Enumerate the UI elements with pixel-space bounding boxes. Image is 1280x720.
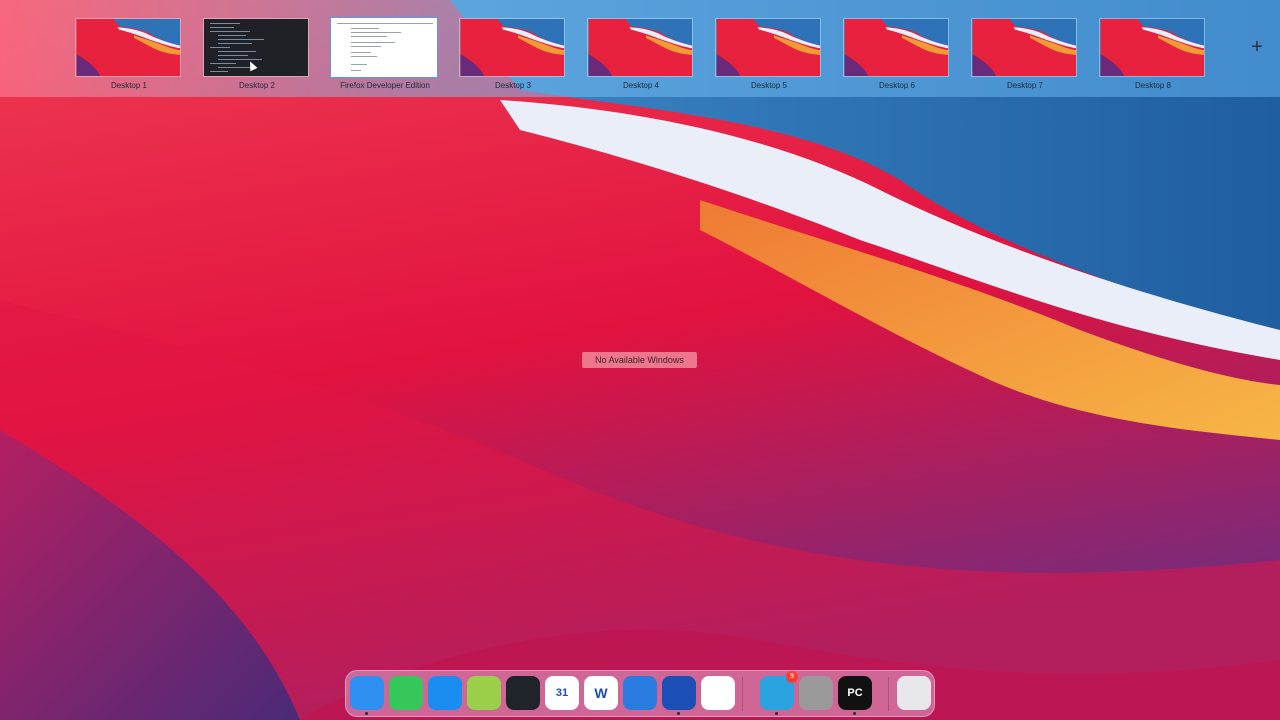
messages-icon[interactable] <box>389 676 423 710</box>
space-label: Desktop 7 <box>1006 81 1044 90</box>
space-label: Desktop 3 <box>494 81 532 90</box>
pycharm-icon[interactable]: PC <box>838 676 872 715</box>
code-line <box>210 27 234 28</box>
space-4[interactable]: Desktop 3 <box>459 18 567 90</box>
code-line <box>218 59 262 60</box>
code-line <box>210 31 250 32</box>
running-indicator <box>677 712 680 715</box>
space-thumbnail[interactable] <box>587 18 693 77</box>
space-label: Desktop 1 <box>110 81 148 90</box>
pycharm-glyph: PC <box>847 687 863 699</box>
code-line <box>218 51 256 52</box>
calendar-glyph: 31 <box>555 687 569 699</box>
code-line <box>210 23 240 24</box>
running-indicator <box>853 712 856 715</box>
space-label: Desktop 4 <box>622 81 660 90</box>
page-content-line <box>351 64 367 65</box>
space-label: Desktop 5 <box>750 81 788 90</box>
space-thumbnail[interactable] <box>75 18 181 77</box>
space-thumbnail[interactable] <box>1099 18 1205 77</box>
space-thumbnail[interactable] <box>715 18 821 77</box>
page-content-line <box>351 28 379 29</box>
dock: 31 W 9 PC <box>345 670 935 717</box>
chrome-glyph <box>701 676 735 710</box>
page-content-line <box>337 23 433 24</box>
code-line <box>218 43 252 44</box>
space-label: Desktop 8 <box>1134 81 1172 90</box>
react-devtools-glyph <box>506 676 540 710</box>
page-content-line <box>351 46 381 47</box>
remote-desktop-glyph <box>623 676 657 710</box>
code-line <box>210 63 236 64</box>
space-7[interactable]: Desktop 6 <box>843 18 951 90</box>
code-line <box>210 47 230 48</box>
trash-icon[interactable] <box>897 676 931 710</box>
space-2[interactable]: Desktop 2 <box>203 18 311 90</box>
dock-separator <box>888 677 889 711</box>
code-window-preview <box>204 19 308 76</box>
space-thumbnail[interactable] <box>843 18 949 77</box>
mouse-pointer-icon <box>246 59 258 72</box>
android-studio-icon[interactable] <box>467 676 501 710</box>
page-content-line <box>351 32 401 33</box>
firefox-developer-glyph <box>662 676 696 710</box>
page-content-line <box>351 42 395 43</box>
word-glyph: W <box>594 685 608 701</box>
database-glyph <box>799 676 833 710</box>
dock-separator <box>742 677 743 711</box>
running-indicator <box>365 712 368 715</box>
space-6[interactable]: Desktop 5 <box>715 18 823 90</box>
page-content-line <box>351 56 377 57</box>
finder-glyph <box>350 676 384 710</box>
finder-icon[interactable] <box>350 676 384 715</box>
page-content-line <box>351 52 371 53</box>
page-content-line <box>351 36 387 37</box>
space-label: Desktop 2 <box>238 81 276 90</box>
messages-glyph <box>389 676 423 710</box>
space-thumbnail[interactable] <box>971 18 1077 77</box>
space-3[interactable]: Firefox Developer Edition <box>331 18 439 90</box>
firefox-developer-icon[interactable] <box>662 676 696 715</box>
no-windows-message: No Available Windows <box>582 352 697 368</box>
trash-glyph <box>897 676 931 710</box>
page-content-line <box>351 70 361 71</box>
space-thumbnail[interactable] <box>331 18 437 77</box>
running-indicator <box>775 712 778 715</box>
android-studio-glyph <box>467 676 501 710</box>
space-label: Desktop 6 <box>878 81 916 90</box>
app-store-icon[interactable] <box>428 676 462 710</box>
firefox-window-preview <box>333 20 435 75</box>
space-5[interactable]: Desktop 4 <box>587 18 695 90</box>
space-thumbnail[interactable] <box>459 18 565 77</box>
code-line <box>218 55 248 56</box>
remote-desktop-icon[interactable] <box>623 676 657 710</box>
database-icon[interactable] <box>799 676 833 710</box>
code-line <box>218 39 264 40</box>
code-line <box>218 35 246 36</box>
notification-badge: 9 <box>786 671 798 683</box>
app-store-glyph <box>428 676 462 710</box>
word-icon[interactable]: W <box>584 676 618 710</box>
telegram-icon[interactable]: 9 <box>760 671 798 715</box>
space-9[interactable]: Desktop 8 <box>1099 18 1207 90</box>
code-line <box>210 71 228 72</box>
react-devtools-icon[interactable] <box>506 676 540 710</box>
chrome-icon[interactable] <box>701 676 735 710</box>
space-8[interactable]: Desktop 7 <box>971 18 1079 90</box>
space-1[interactable]: Desktop 1 <box>75 18 183 90</box>
calendar-icon[interactable]: 31 <box>545 676 579 710</box>
space-label: Firefox Developer Edition <box>340 81 430 90</box>
plus-icon[interactable]: + <box>1248 37 1266 57</box>
space-thumbnail[interactable] <box>203 18 309 77</box>
